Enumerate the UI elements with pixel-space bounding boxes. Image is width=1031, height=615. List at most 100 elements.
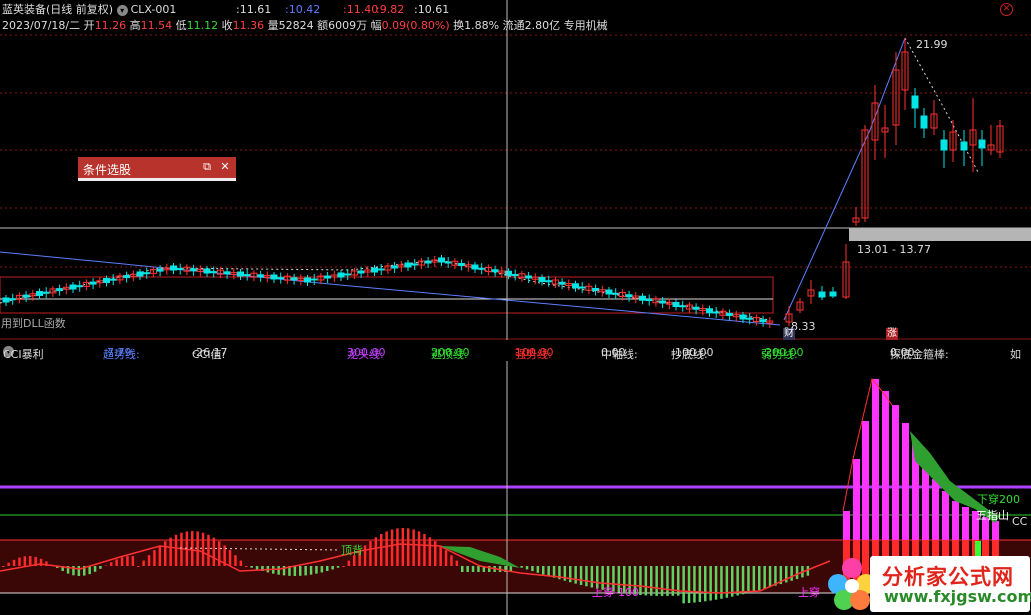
cci-bar: [768, 566, 772, 588]
candle-body: [438, 257, 445, 263]
candle-body: [76, 285, 84, 288]
turnover-label: 换: [453, 19, 465, 32]
close-icon[interactable]: ✕: [218, 160, 232, 174]
candle-body: [36, 291, 43, 296]
cci-bar: [104, 565, 108, 566]
cci-bar: [790, 566, 793, 581]
candle-body: [243, 274, 251, 277]
cci-bar: [471, 566, 475, 572]
candle-body: [277, 277, 285, 280]
candle-body: [9, 298, 17, 301]
cci-bar: [444, 550, 448, 566]
cci-bar: [396, 528, 399, 566]
candle-body: [545, 280, 553, 283]
cci-bar: [466, 566, 469, 572]
open-value: 11.26: [94, 19, 127, 32]
cci-bar: [644, 566, 648, 596]
float-label: 流通: [502, 19, 525, 32]
sector-label: 专用机械: [563, 19, 608, 32]
candle-body: [103, 278, 110, 283]
cci-bar: [228, 550, 232, 566]
cci-bar: [585, 566, 588, 587]
cci-bar: [720, 566, 723, 599]
header-line-2: 2023/07/18/二 开11.26 高11.54 低11.12 收11.36…: [2, 19, 608, 32]
cci-bar: [277, 566, 280, 575]
cci-bar: [650, 566, 653, 596]
candle-body: [612, 292, 620, 295]
cci-bar: [536, 566, 540, 573]
chevron-down-icon[interactable]: ▾: [116, 4, 128, 16]
price-band: [849, 228, 1031, 241]
trend-line-up: [783, 37, 906, 321]
change-value: 0.09(0.80%): [381, 19, 450, 32]
cci-bar: [29, 556, 32, 566]
cci-bar: [77, 566, 81, 576]
cci-strong-bar: [932, 479, 939, 540]
cci-bar: [639, 566, 642, 596]
candle-body: [257, 274, 265, 278]
cci-bar: [245, 566, 248, 567]
cci-bar: [461, 566, 464, 572]
candle-body: [156, 268, 164, 272]
cci-bar: [99, 566, 102, 569]
candle-body: [424, 260, 432, 264]
rise-badge[interactable]: 涨: [886, 328, 898, 340]
cci-bar: [758, 566, 761, 591]
cci-bar: [207, 534, 210, 566]
candle-body: [706, 308, 713, 314]
indicator-value-2: :10.42: [285, 3, 321, 16]
cci-strong-bar: [853, 459, 860, 540]
period-label[interactable]: (日线 前复权): [46, 3, 113, 16]
cci-bar: [342, 566, 345, 567]
cci-bar: [423, 534, 426, 566]
candle-body: [829, 291, 837, 297]
dialog-title: 条件选股: [83, 163, 132, 177]
cci-bar: [169, 537, 172, 566]
candle-body: [625, 294, 633, 298]
cci-bar: [547, 566, 550, 577]
cci-bar: [147, 555, 151, 566]
candle-body: [22, 294, 30, 298]
candle-body: [920, 115, 928, 129]
cci-bar: [774, 566, 777, 586]
cci-bar: [126, 556, 129, 566]
cci-strong-bar: [872, 379, 879, 540]
cci-bar: [687, 566, 691, 604]
cci-bar: [450, 555, 453, 566]
candle-body: [411, 263, 419, 266]
cci-bar: [196, 531, 199, 566]
candle-body: [371, 267, 378, 273]
finance-badge[interactable]: 财: [783, 328, 795, 340]
cci-bar: [741, 566, 745, 595]
candle-body: [444, 261, 452, 264]
candle-body: [290, 277, 298, 281]
cci-bar: [704, 566, 707, 602]
cci-bar: [590, 566, 594, 588]
watermark-url: www.fxjgsw.com: [884, 587, 1031, 606]
high-value: 11.54: [140, 19, 173, 32]
cci-bar: [520, 566, 523, 568]
cci-bar: [93, 566, 97, 572]
candle-body: [491, 269, 499, 273]
candle-body: [639, 295, 646, 301]
candle-body: [324, 275, 332, 279]
cci-bar: [525, 566, 529, 570]
cci-strong-bar: [862, 421, 869, 540]
formula-name[interactable]: CLX-001: [131, 3, 177, 16]
condition-select-dialog[interactable]: 条件选股 ⧉ ✕: [78, 157, 236, 181]
candle-body: [911, 95, 919, 109]
restore-icon[interactable]: ⧉: [200, 160, 214, 174]
indicator-legend: ▾ CCI暴利 趋势线: -7.79 CCI值: -26.17 龙头线: 300.…: [3, 346, 1021, 361]
cci-bar: [385, 531, 388, 566]
cci-bar: [7, 562, 10, 566]
cci-bar: [763, 566, 766, 589]
cci-bar: [693, 566, 696, 603]
candle-body: [505, 270, 512, 276]
five-finger-label: 五指山: [976, 509, 1009, 522]
candle-body: [109, 278, 117, 281]
cci-bar: [455, 560, 459, 566]
low-label: 低: [175, 19, 187, 32]
cci-bar: [115, 559, 118, 566]
close-circle-icon[interactable]: ✕: [1000, 3, 1013, 16]
cci-bar: [336, 566, 340, 568]
